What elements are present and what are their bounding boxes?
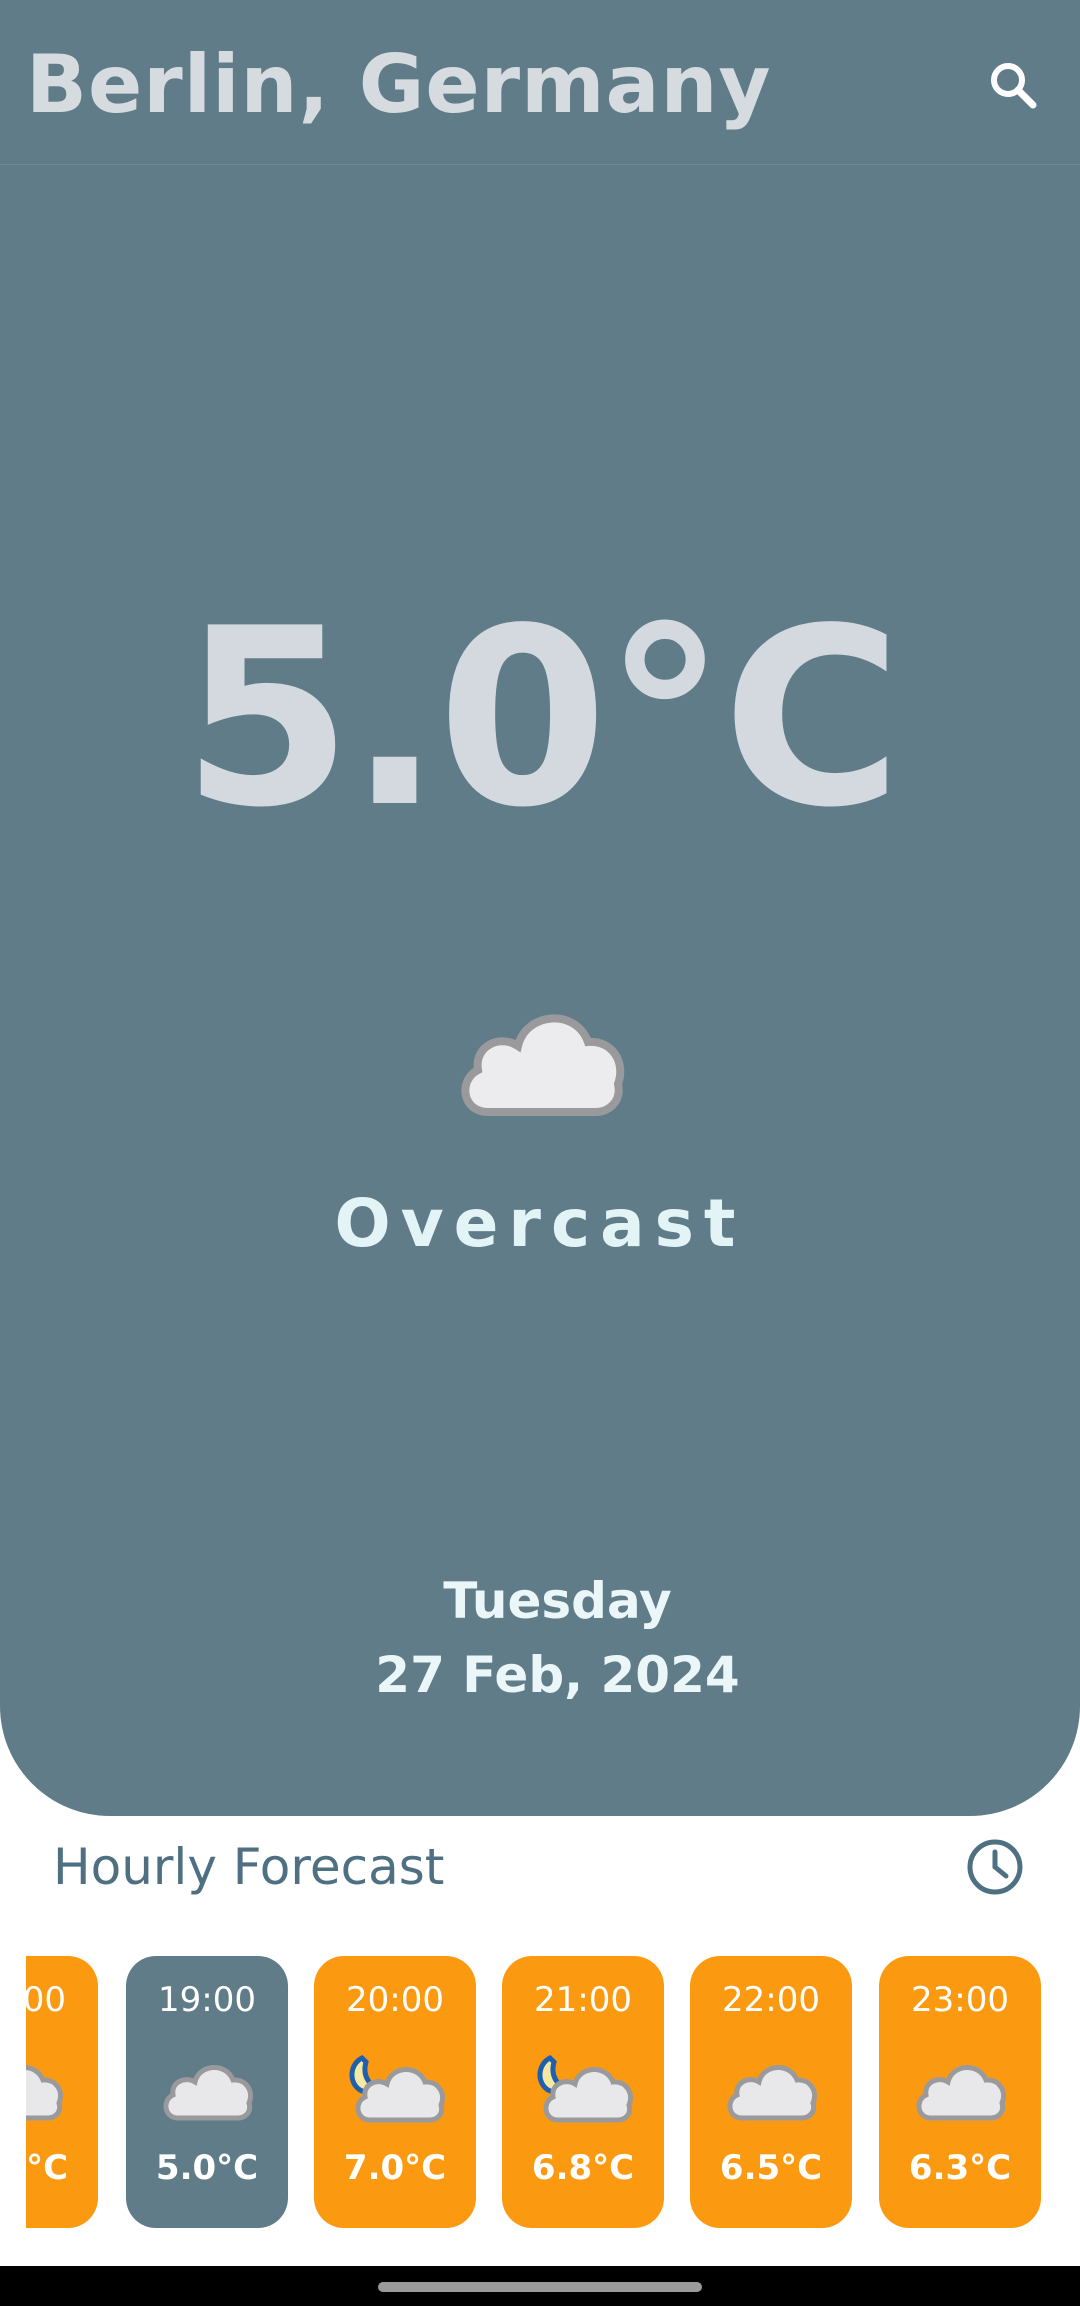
search-icon — [991, 63, 1037, 109]
hour-time: 22:00 — [722, 1980, 820, 2020]
hour-temperature: 6.3°C — [908, 2148, 1012, 2188]
moon-cloud-icon — [537, 2054, 633, 2123]
hour-temperature: 6.5°C — [719, 2148, 823, 2188]
hour-time: 20:00 — [346, 1980, 444, 2020]
hour-time: 23:00 — [911, 1980, 1009, 2020]
current-date: 27 Feb, 2024 — [375, 1646, 740, 1704]
hour-time: 21:00 — [534, 1980, 632, 2020]
hourly-forecast-list[interactable]: 18:00 5.0°C 19:00 5.0°C 20:00 7.0°C 21:0… — [26, 1956, 1056, 2228]
hourly-card-23[interactable]: 23:00 6.3°C — [879, 1956, 1041, 2228]
hourly-card-22[interactable]: 22:00 6.5°C — [690, 1956, 852, 2228]
hour-temperature: 7.0°C — [343, 2148, 447, 2188]
hourly-forecast-title: Hourly Forecast — [53, 1838, 445, 1896]
search-button[interactable] — [980, 52, 1050, 122]
hourly-card-19[interactable]: 19:00 5.0°C — [126, 1956, 288, 2228]
moon-cloud-icon — [349, 2054, 445, 2123]
home-gesture-handle[interactable] — [378, 2282, 702, 2292]
hour-time: 18:00 — [26, 1980, 66, 2020]
current-day: Tuesday — [443, 1572, 672, 1630]
clock-icon[interactable] — [966, 1838, 1024, 1896]
hourly-card-20[interactable]: 20:00 7.0°C — [314, 1956, 476, 2228]
weather-condition: Overcast — [334, 1185, 746, 1262]
hourly-card-18[interactable]: 18:00 5.0°C — [26, 1956, 98, 2228]
cloud-icon — [916, 2065, 1006, 2121]
hour-temperature: 5.0°C — [26, 2148, 69, 2188]
cloud-icon — [163, 2065, 253, 2121]
cloud-icon — [727, 2065, 817, 2121]
current-weather-panel: Berlin, Germany 5.0°C Overcast Tuesday 2… — [0, 0, 1080, 1816]
hourly-card-21[interactable]: 21:00 6.8°C — [502, 1956, 664, 2228]
city-title: Berlin, Germany — [26, 38, 772, 131]
cloud-icon — [461, 1014, 625, 1116]
hour-temperature: 5.0°C — [155, 2148, 259, 2188]
cloud-icon — [26, 2065, 63, 2121]
app-bar: Berlin, Germany — [0, 0, 1080, 165]
current-temperature: 5.0°C — [181, 576, 902, 861]
hour-time: 19:00 — [158, 1980, 256, 2020]
hour-temperature: 6.8°C — [531, 2148, 635, 2188]
